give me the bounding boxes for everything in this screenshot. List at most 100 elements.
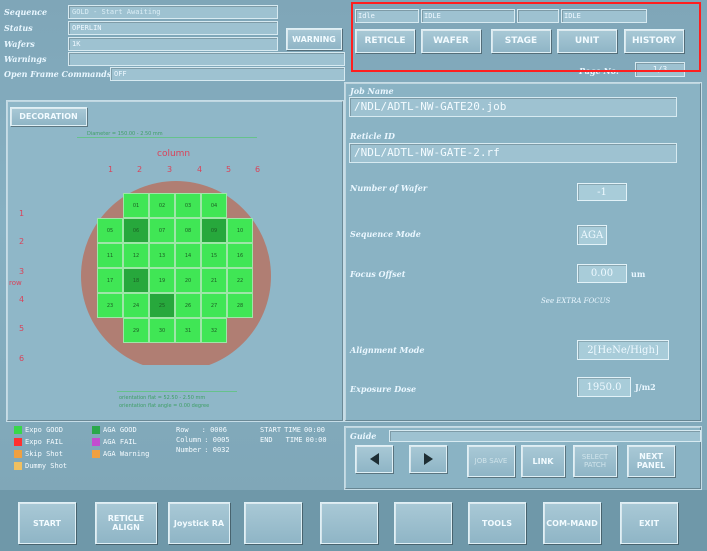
shot-cell[interactable]: 24 xyxy=(123,293,149,318)
legend-swatch-aga-fail xyxy=(92,438,100,446)
param-field-alignment-mode[interactable]: 2[HeNe/High] xyxy=(577,340,669,360)
row-label-1: 1 xyxy=(19,209,25,218)
top-right-panel: Idle IDLE IDLE RETICLE WAFER STAGE UNIT … xyxy=(349,0,707,82)
diameter-indicator xyxy=(77,137,257,138)
param-field-focus-offset[interactable]: 0.00 xyxy=(577,264,627,283)
shot-cell[interactable]: 26 xyxy=(175,293,201,318)
info-value-wafers: 1K xyxy=(72,40,81,48)
shot-cell[interactable]: 31 xyxy=(175,318,201,343)
orientation-text-2: orientation flat angle = 0.00 degree xyxy=(119,403,210,409)
shot-cell[interactable]: 07 xyxy=(149,218,175,243)
shot-cell[interactable]: 30 xyxy=(149,318,175,343)
shot-cell[interactable]: 10 xyxy=(227,218,253,243)
shot-cell[interactable]: 19 xyxy=(149,268,175,293)
start-time-label: START xyxy=(260,426,282,434)
shot-cell[interactable]: 13 xyxy=(149,243,175,268)
param-label-number-of-wafer: Number of Wafer xyxy=(350,183,428,193)
shot-cell[interactable]: 15 xyxy=(201,243,227,268)
legend-label-aga-warning: AGA Warning xyxy=(103,450,150,458)
blank-button-3[interactable] xyxy=(394,502,452,544)
legend-panel: Expo GOOD Expo FAIL Skip Shot Dummy Shot… xyxy=(10,424,346,484)
select-patch-button[interactable]: SELECT PATCH xyxy=(573,445,617,477)
legend-dummy-shot: Dummy Shot xyxy=(14,462,67,470)
blank-button-2[interactable] xyxy=(320,502,378,544)
shot-cell[interactable]: 20 xyxy=(175,268,201,293)
next-panel-button[interactable]: NEXT PANEL xyxy=(627,445,675,477)
number-readout-label: Number xyxy=(176,446,202,454)
shot-cell[interactable]: 23 xyxy=(97,293,123,318)
stepper-ui: Sequence GOLD - Start Awaiting Status OP… xyxy=(0,0,707,551)
job-save-button[interactable]: JOB SAVE xyxy=(467,445,515,477)
start-time-suffix: TIME xyxy=(284,426,301,434)
param-field-sequence-mode[interactable]: AGA xyxy=(577,225,607,245)
shot-cell[interactable]: 05 xyxy=(97,218,123,243)
shot-cell[interactable]: 06 xyxy=(123,218,149,243)
legend-label-expo-good: Expo GOOD xyxy=(25,426,63,434)
guide-panel: Guide JOB SAVE LINK SELECT PATCH NEXT PA… xyxy=(344,426,702,490)
shot-cell[interactable]: 02 xyxy=(149,193,175,218)
link-button[interactable]: LINK xyxy=(521,445,565,477)
wafer-flat xyxy=(112,365,240,375)
shot-cell[interactable]: 22 xyxy=(227,268,253,293)
shot-cell[interactable]: 03 xyxy=(175,193,201,218)
shot-cell[interactable]: 18 xyxy=(123,268,149,293)
start-button[interactable]: START xyxy=(18,502,76,544)
joystick-ra-button[interactable]: Joystick RA xyxy=(168,502,230,544)
row-readout-value: : 0006 xyxy=(201,426,227,434)
end-time-value: 00:00 xyxy=(305,436,327,444)
warning-button[interactable]: WARNING xyxy=(286,28,342,50)
info-value-status: OPERLIN xyxy=(72,24,102,32)
exit-button[interactable]: EXIT xyxy=(620,502,678,544)
shot-cell[interactable]: 08 xyxy=(175,218,201,243)
info-value-open-frame: OFF xyxy=(114,70,127,78)
bottom-command-bar: START RETICLE ALIGN Joystick RA TOOLS CO… xyxy=(0,490,707,551)
shot-cell[interactable]: 17 xyxy=(97,268,123,293)
shot-cell[interactable]: 09 xyxy=(201,218,227,243)
info-field-open-frame: OFF xyxy=(110,67,345,81)
shot-cell[interactable]: 04 xyxy=(201,193,227,218)
reticle-align-button[interactable]: RETICLE ALIGN xyxy=(95,502,157,544)
shot-cell[interactable]: 28 xyxy=(227,293,253,318)
shot-cell[interactable]: 29 xyxy=(123,318,149,343)
prev-button[interactable] xyxy=(355,445,393,473)
row-readout: Row : 0006 xyxy=(176,426,227,434)
next-button[interactable] xyxy=(409,445,447,473)
param-field-exposure-dose[interactable]: 1950.0 xyxy=(577,377,631,397)
row-readout-label: Row xyxy=(176,426,189,434)
param-field-number-of-wafer[interactable]: -1 xyxy=(577,183,627,201)
shot-cell[interactable]: 27 xyxy=(201,293,227,318)
tools-button[interactable]: TOOLS xyxy=(468,502,526,544)
shot-cell[interactable]: 16 xyxy=(227,243,253,268)
start-time-readout: START TIME 00:00 xyxy=(260,426,325,434)
column-readout-label: Column xyxy=(176,436,202,444)
param-unit-focus-offset: um xyxy=(631,269,646,279)
param-value-focus-offset: 0.00 xyxy=(590,268,614,279)
reticle-id-field[interactable]: /NDL/ADTL-NW-GATE-2.rf xyxy=(349,143,677,163)
shot-cell[interactable]: 25 xyxy=(149,293,175,318)
column-label-4: 4 xyxy=(197,165,203,174)
shot-cell[interactable]: 14 xyxy=(175,243,201,268)
shot-cell[interactable]: 12 xyxy=(123,243,149,268)
column-title: column xyxy=(157,149,191,159)
top-info-panel: Sequence GOLD - Start Awaiting Status OP… xyxy=(0,0,345,82)
shot-cell[interactable]: 32 xyxy=(201,318,227,343)
extra-focus-note: See EXTRA FOCUS xyxy=(541,297,611,305)
shot-cell[interactable]: 11 xyxy=(97,243,123,268)
shot-cell[interactable]: 01 xyxy=(123,193,149,218)
legend-swatch-aga-warning xyxy=(92,450,100,458)
start-time-value: 00:00 xyxy=(303,426,326,434)
highlight-box xyxy=(351,2,701,72)
command-button[interactable]: COM-MAND xyxy=(543,502,601,544)
legend-aga-fail: AGA FAIL xyxy=(92,438,137,446)
shot-cell[interactable]: 21 xyxy=(201,268,227,293)
legend-skip-shot: Skip Shot xyxy=(14,450,63,458)
legend-label-aga-good: AGA GOOD xyxy=(103,426,137,434)
job-name-field[interactable]: /NDL/ADTL-NW-GATE20.job xyxy=(349,97,677,117)
row-title: row xyxy=(9,279,22,287)
legend-aga-warning: AGA Warning xyxy=(92,450,149,458)
decoration-button[interactable]: DECORATION xyxy=(10,107,87,126)
info-label-wafers: Wafers xyxy=(4,39,35,49)
param-value-sequence-mode: AGA xyxy=(580,229,604,241)
number-readout-value: : 0032 xyxy=(204,446,230,454)
blank-button-1[interactable] xyxy=(244,502,302,544)
